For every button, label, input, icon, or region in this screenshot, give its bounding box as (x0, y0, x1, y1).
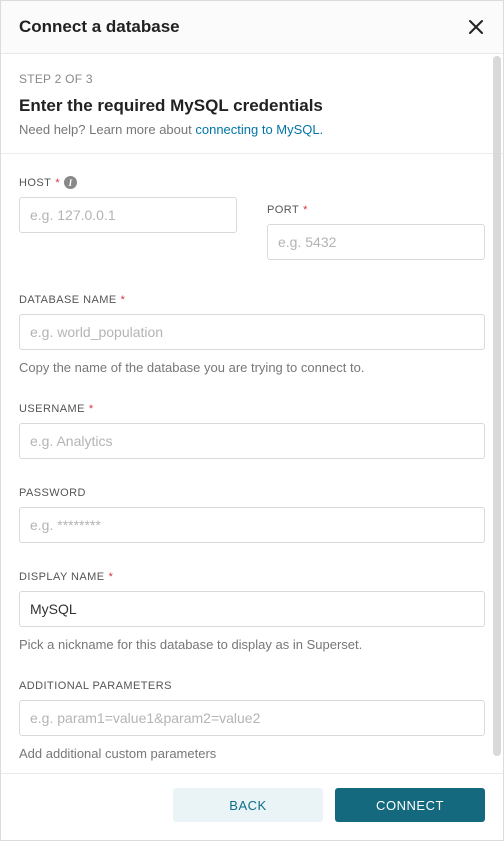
help-prefix: Need help? Learn more about (19, 122, 195, 137)
host-label-row: HOST * i (19, 176, 237, 189)
dbname-hint: Copy the name of the database you are tr… (19, 360, 485, 375)
port-label: PORT (267, 204, 299, 216)
params-label-row: ADDITIONAL PARAMETERS (19, 680, 485, 692)
port-label-row: PORT * (267, 204, 485, 216)
username-input[interactable] (19, 423, 485, 459)
page-subtitle: Enter the required MySQL credentials (19, 96, 485, 116)
host-label: HOST (19, 177, 51, 189)
port-input[interactable] (267, 224, 485, 260)
display-label: DISPLAY NAME (19, 571, 105, 583)
dbname-label-row: DATABASE NAME * (19, 294, 485, 306)
field-port: PORT * (267, 204, 485, 260)
field-additional-params: ADDITIONAL PARAMETERS Add additional cus… (19, 680, 485, 761)
port-required: * (303, 204, 308, 216)
close-icon (467, 24, 485, 39)
display-label-row: DISPLAY NAME * (19, 571, 485, 583)
scrollbar-thumb[interactable] (493, 56, 501, 756)
back-button[interactable]: BACK (173, 788, 323, 822)
help-text: Need help? Learn more about connecting t… (19, 122, 485, 137)
close-button[interactable] (467, 18, 485, 36)
params-hint: Add additional custom parameters (19, 746, 485, 761)
dbname-required: * (121, 294, 126, 306)
field-host: HOST * i (19, 176, 237, 260)
host-required: * (55, 177, 60, 189)
modal-title: Connect a database (19, 17, 180, 37)
connect-database-modal: Connect a database STEP 2 OF 3 Enter the… (0, 0, 504, 841)
display-hint: Pick a nickname for this database to dis… (19, 637, 485, 652)
help-link[interactable]: connecting to MySQL. (195, 122, 323, 137)
modal-body: STEP 2 OF 3 Enter the required MySQL cre… (1, 54, 503, 773)
display-name-input[interactable] (19, 591, 485, 627)
username-required: * (89, 403, 94, 415)
step-label: STEP 2 OF 3 (19, 72, 485, 86)
username-label-row: USERNAME * (19, 403, 485, 415)
field-password: PASSWORD (19, 487, 485, 543)
password-label-row: PASSWORD (19, 487, 485, 499)
password-input[interactable] (19, 507, 485, 543)
params-input[interactable] (19, 700, 485, 736)
connect-button[interactable]: CONNECT (335, 788, 485, 822)
modal-header: Connect a database (1, 1, 503, 54)
dbname-label: DATABASE NAME (19, 294, 117, 306)
field-username: USERNAME * (19, 403, 485, 459)
display-required: * (109, 571, 114, 583)
info-icon[interactable]: i (64, 176, 77, 189)
field-display-name: DISPLAY NAME * Pick a nickname for this … (19, 571, 485, 652)
host-input[interactable] (19, 197, 237, 233)
dbname-input[interactable] (19, 314, 485, 350)
divider (1, 153, 503, 154)
username-label: USERNAME (19, 403, 85, 415)
field-dbname: DATABASE NAME * Copy the name of the dat… (19, 294, 485, 375)
password-label: PASSWORD (19, 487, 86, 499)
modal-footer: BACK CONNECT (1, 773, 503, 840)
params-label: ADDITIONAL PARAMETERS (19, 680, 172, 692)
